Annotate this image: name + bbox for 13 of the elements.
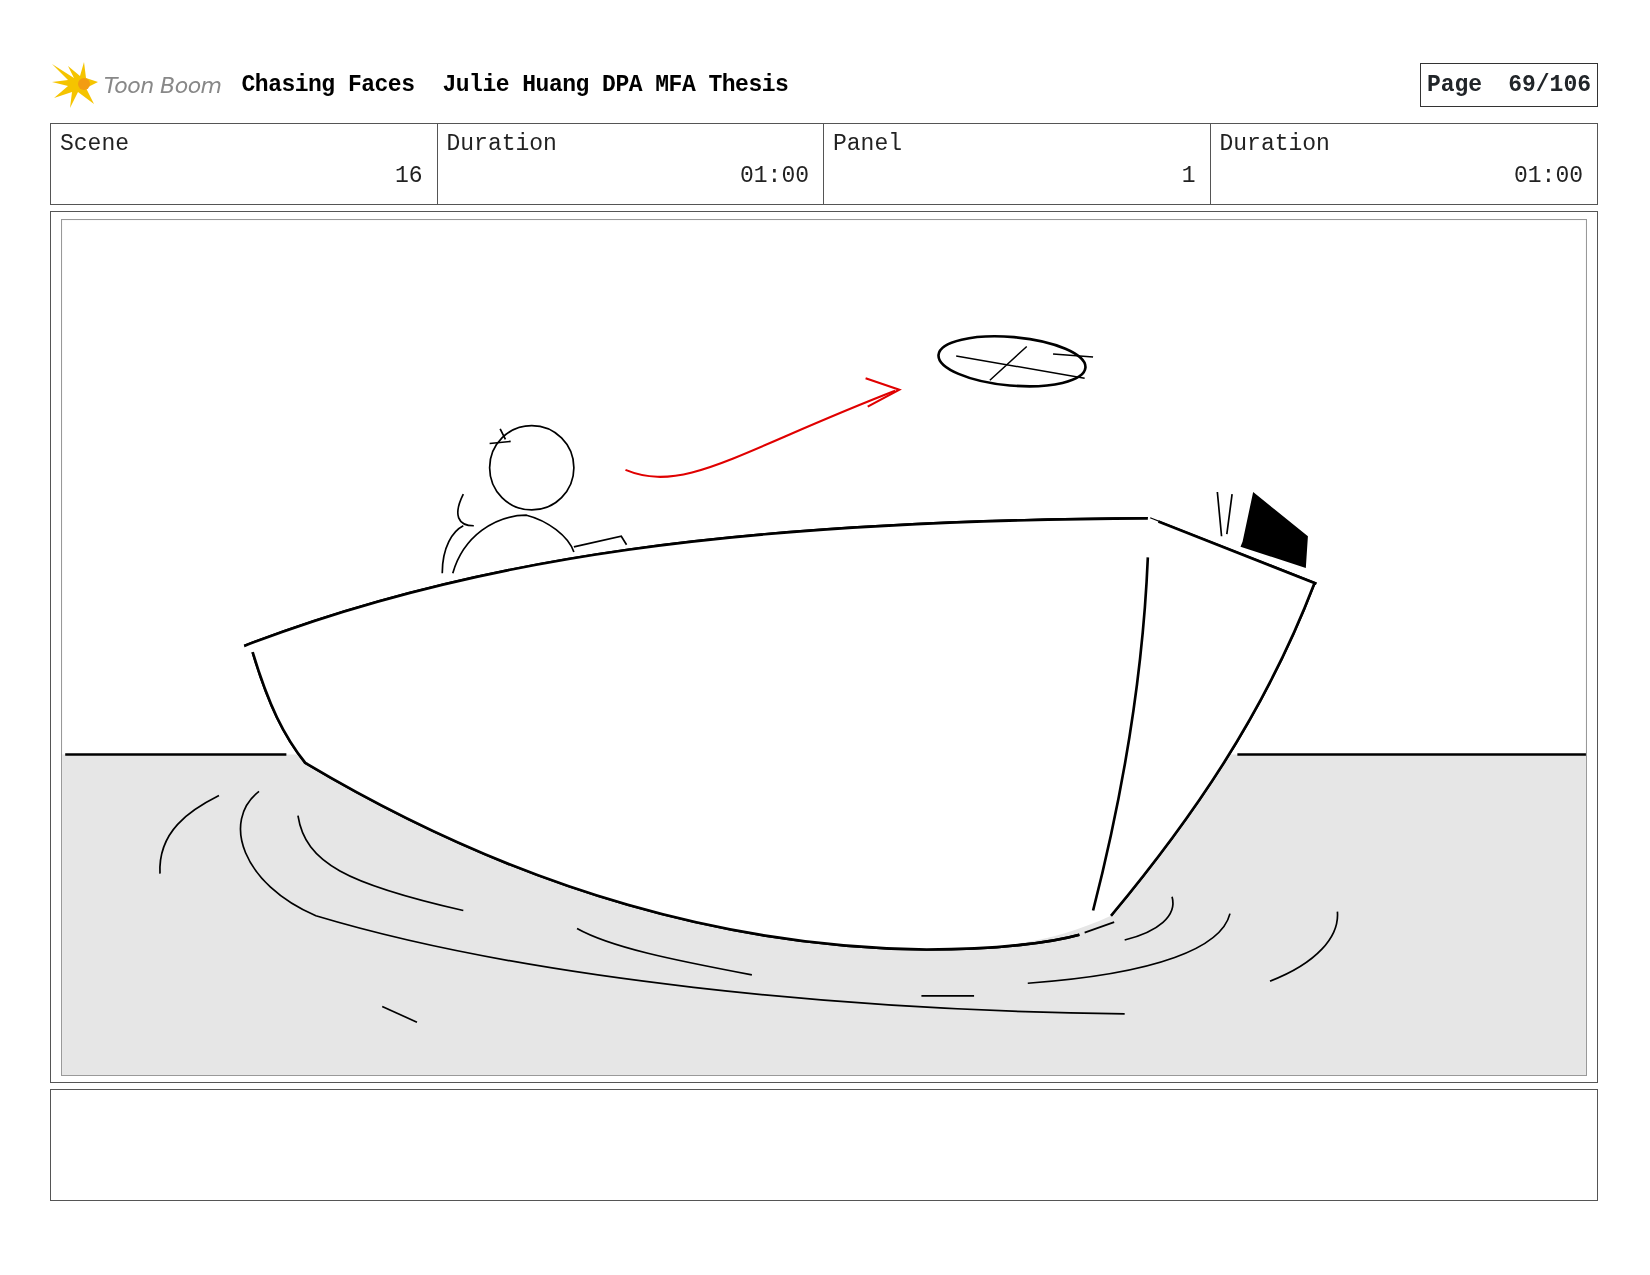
field-value: 01:00: [740, 164, 809, 189]
field-value: 16: [394, 164, 423, 189]
project-subtitle: Julie Huang DPA MFA Thesis: [442, 70, 789, 100]
field-label: Scene: [60, 132, 130, 157]
logo-text: Toon Boom: [104, 71, 222, 100]
field-label: Duration: [1219, 132, 1331, 157]
page-number: 69/106: [1508, 70, 1591, 100]
field-label: Panel: [833, 132, 903, 157]
field-value: 01:00: [1514, 164, 1583, 189]
field-label: Duration: [446, 132, 558, 157]
field-value: 1: [1181, 164, 1196, 189]
page-label: Page: [1426, 70, 1483, 100]
project-title: Chasing Faces: [241, 70, 415, 100]
